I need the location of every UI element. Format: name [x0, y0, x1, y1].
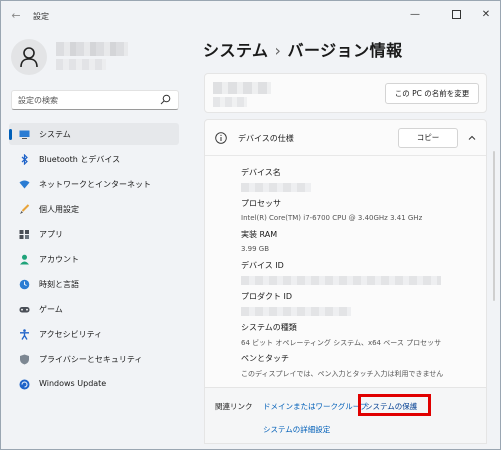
device-spec-title: デバイスの仕様	[238, 134, 294, 143]
related-links-label: 関連リンク	[215, 402, 253, 411]
sidebar-item-label: プライバシーとセキュリティ	[39, 355, 143, 364]
user-name-redacted	[56, 42, 128, 56]
related-links: 関連リンク ドメインまたはワークグループ システムの保護 システムの詳細設定	[204, 388, 487, 444]
spec-value: Intel(R) Core(TM) i7-6700 CPU @ 3.40GHz …	[241, 214, 423, 222]
device-name-redacted	[241, 183, 311, 192]
apps-icon	[19, 230, 29, 239]
sidebar-item-label: ネットワークとインターネット	[39, 180, 151, 189]
app-title: 設定	[33, 12, 49, 21]
pc-name-redacted	[213, 82, 271, 94]
pc-model-redacted	[213, 97, 247, 107]
breadcrumb-separator: ›	[274, 41, 282, 60]
spec-label: プロダクト ID	[241, 292, 293, 301]
rename-pc-button[interactable]: この PC の名前を変更	[385, 83, 479, 104]
settings-window: ← 設定 — ✕ 設定の検索 システム Bluetooth とデバイス ネットワ…	[0, 0, 501, 450]
spec-value: このディスプレイでは、ペン入力とタッチ入力は利用できません	[241, 370, 444, 378]
sidebar-item-label: Bluetooth とデバイス	[39, 155, 121, 164]
sidebar-item-label: 個人用設定	[39, 205, 79, 214]
bluetooth-icon	[21, 154, 28, 165]
sidebar-item-label: アカウント	[39, 255, 79, 264]
back-arrow-icon[interactable]: ←	[9, 9, 23, 23]
spec-value: 64 ビット オペレーティング システム、x64 ベース プロセッサ	[241, 339, 442, 347]
sidebar-item-label: 時刻と言語	[39, 280, 79, 289]
sidebar-item-windows-update[interactable]: Windows Update	[9, 373, 179, 395]
page-title: バージョン情報	[287, 41, 403, 60]
sidebar-item-accounts[interactable]: アカウント	[9, 248, 179, 270]
device-id-redacted	[241, 276, 441, 285]
sidebar-item-network[interactable]: ネットワークとインターネット	[9, 173, 179, 195]
chevron-up-icon[interactable]	[467, 133, 477, 143]
accessibility-icon	[20, 329, 29, 340]
advanced-system-settings-link[interactable]: システムの詳細設定	[263, 424, 330, 435]
sidebar-item-privacy[interactable]: プライバシーとセキュリティ	[9, 348, 179, 370]
spec-label: プロセッサ	[241, 199, 281, 208]
spec-label: 実装 RAM	[241, 230, 278, 239]
sidebar-item-label: アクセシビリティ	[39, 330, 103, 339]
person-icon	[20, 254, 29, 265]
sidebar-item-label: ゲーム	[39, 305, 63, 314]
active-indicator	[9, 129, 12, 140]
spec-label: デバイス ID	[241, 261, 284, 270]
avatar[interactable]	[11, 39, 47, 75]
spec-label: システムの種類	[241, 323, 297, 332]
minimize-icon[interactable]: —	[400, 5, 430, 25]
brush-icon	[20, 204, 30, 214]
sidebar-item-apps[interactable]: アプリ	[9, 223, 179, 245]
title-bar: ← 設定 — ✕	[1, 1, 500, 31]
spec-label: ペンとタッチ	[241, 354, 289, 363]
globe-clock-icon	[19, 279, 30, 290]
product-id-redacted	[241, 307, 351, 316]
sidebar-item-label: システム	[39, 130, 71, 139]
sidebar-item-accessibility[interactable]: アクセシビリティ	[9, 323, 179, 345]
system-protection-link[interactable]: システムの保護	[365, 401, 417, 412]
scrollbar[interactable]	[493, 151, 495, 301]
search-placeholder: 設定の検索	[18, 96, 58, 105]
search-input[interactable]: 設定の検索	[11, 90, 179, 110]
shield-icon	[20, 354, 29, 365]
device-spec-header[interactable]: デバイスの仕様 コピー	[205, 120, 486, 156]
breadcrumb-parent[interactable]: システム	[203, 41, 269, 60]
sidebar-item-label: アプリ	[39, 230, 63, 239]
wifi-icon	[19, 180, 30, 189]
gamepad-icon	[19, 307, 30, 313]
sidebar-item-label: Windows Update	[39, 379, 107, 388]
person-icon	[20, 47, 38, 68]
pc-name-card: この PC の名前を変更	[204, 73, 487, 113]
domain-workgroup-link[interactable]: ドメインまたはワークグループ	[263, 401, 367, 412]
sidebar-item-bluetooth[interactable]: Bluetooth とデバイス	[9, 148, 179, 170]
sidebar-item-personalization[interactable]: 個人用設定	[9, 198, 179, 220]
sidebar-item-time-language[interactable]: 時刻と言語	[9, 273, 179, 295]
copy-button[interactable]: コピー	[398, 128, 458, 148]
search-icon	[160, 94, 171, 105]
spec-value: 3.99 GB	[241, 245, 270, 253]
sidebar-item-gaming[interactable]: ゲーム	[9, 298, 179, 320]
monitor-icon	[19, 130, 30, 139]
info-icon	[215, 132, 227, 144]
breadcrumb: システム › バージョン情報	[203, 37, 403, 61]
spec-label: デバイス名	[241, 168, 281, 177]
update-icon	[19, 379, 30, 390]
sidebar-item-system[interactable]: システム	[9, 123, 179, 145]
maximize-icon[interactable]	[441, 5, 471, 25]
device-spec-card: デバイスの仕様 コピー デバイス名 プロセッサ Intel(R) Core(TM…	[204, 119, 487, 388]
close-icon[interactable]: ✕	[471, 5, 500, 25]
user-email-redacted	[56, 59, 106, 70]
